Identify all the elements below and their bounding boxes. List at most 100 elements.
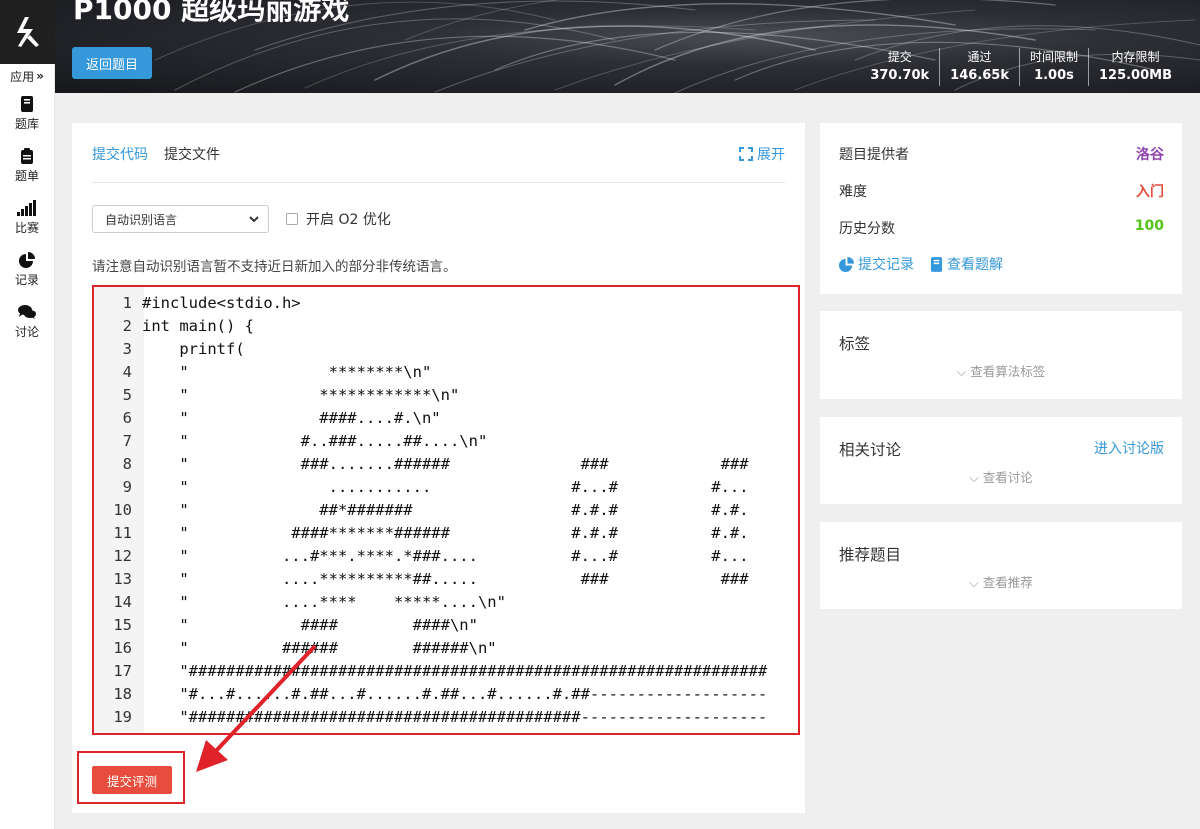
back-to-problem-button[interactable]: 返回题目 [72, 47, 152, 79]
line-number: 17 [113, 662, 132, 680]
language-select[interactable]: 自动识别语言 [92, 205, 269, 233]
discussion-card: 相关讨论 进入讨论版 ⌵ 查看讨论 [820, 417, 1182, 504]
tab-submit-file[interactable]: 提交文件 [164, 144, 220, 164]
language-select-value: 自动识别语言 [105, 212, 178, 227]
code-line: 16 " ###### ######\n" [94, 637, 496, 660]
code-line: 5 " ************\n" [94, 384, 460, 407]
score-label: 历史分数 [839, 221, 895, 237]
view-discussion-toggle[interactable]: ⌵ 查看讨论 [820, 467, 1182, 486]
line-number: 1 [122, 294, 132, 312]
nav-item-problem-lists[interactable]: 题单 [0, 140, 54, 192]
view-tags-toggle[interactable]: ⌵ 查看算法标签 [820, 361, 1182, 380]
score-value: 100 [1134, 218, 1164, 234]
stat-label: 内存限制 [1111, 50, 1160, 64]
chat-bubbles-icon [18, 305, 36, 319]
provider-label: 题目提供者 [839, 147, 909, 163]
code-line: 9 " ........... #...# #... [94, 476, 749, 499]
view-recommend-label: 查看推荐 [982, 575, 1033, 590]
view-recommend-toggle[interactable]: ⌵ 查看推荐 [820, 572, 1182, 591]
recommend-card: 推荐题目 ⌵ 查看推荐 [820, 522, 1182, 609]
chevron-down-icon [249, 216, 259, 223]
nav-item-problems[interactable]: 题库 [0, 88, 54, 140]
code-text: " #..###.....##....\n" [142, 432, 488, 450]
code-text: " ###.......###### ### ### [142, 455, 749, 473]
stat-time-limit: 时间限制 1.00s [1018, 48, 1088, 86]
line-number: 5 [122, 386, 132, 404]
double-chevron-right-icon: » [36, 69, 44, 83]
o2-checkbox[interactable] [286, 213, 298, 225]
pie-chart-icon [839, 256, 854, 272]
stat-value: 1.00s [1034, 68, 1074, 83]
line-number: 14 [113, 593, 132, 611]
chevron-down-icon: ⌵ [956, 364, 971, 379]
header-banner: P1000 超级玛丽游戏 返回题目 提交 370.70k 通过 146.65k … [55, 0, 1200, 93]
line-number: 7 [122, 432, 132, 450]
left-nav: 应用 » 题库 题单 比赛 记录 讨论 [0, 0, 55, 829]
nav-item-contests[interactable]: 比赛 [0, 192, 54, 244]
submit-tabs: 提交代码 提交文件 [92, 144, 220, 164]
discussion-title: 相关讨论 [839, 441, 902, 459]
line-number: 2 [122, 317, 132, 335]
bar-signal-icon [17, 200, 36, 216]
nav-item-label: 比赛 [14, 221, 39, 235]
line-number: 13 [113, 570, 132, 588]
provider-value[interactable]: 洛谷 [1136, 144, 1164, 164]
nav-item-label: 记录 [14, 273, 39, 287]
line-number: 16 [113, 639, 132, 657]
stat-memory-limit: 内存限制 125.00MB [1087, 48, 1182, 86]
o2-label: 开启 O2 优化 [306, 212, 391, 228]
problem-info-card: 题目提供者 洛谷 难度 入门 历史分数 100 提交记录 查看题解 [820, 123, 1182, 294]
difficulty-label: 难度 [839, 184, 867, 200]
code-text: " ....**** *****....\n" [142, 593, 506, 611]
code-text: " ###### ######\n" [142, 639, 497, 657]
view-solution-link[interactable]: 查看题解 [930, 254, 1003, 274]
expand-button[interactable]: 展开 [739, 144, 785, 164]
submit-judge-button[interactable]: 提交评测 [92, 766, 172, 794]
code-line: 2 int main() { [94, 315, 254, 338]
stat-submissions: 提交 370.70k [860, 48, 939, 86]
view-solution-label: 查看题解 [947, 257, 1003, 273]
tags-title: 标签 [839, 335, 871, 353]
tags-card: 标签 ⌵ 查看算法标签 [820, 311, 1182, 399]
problem-stats: 提交 370.70k 通过 146.65k 时间限制 1.00s 内存限制 12… [860, 48, 1182, 86]
code-text: "#######################################… [142, 708, 768, 726]
nav-item-label: 题库 [14, 117, 39, 131]
info-links: 提交记录 查看题解 [839, 254, 1003, 274]
line-number: 11 [113, 524, 132, 542]
nav-item-discussions[interactable]: 讨论 [0, 296, 54, 348]
stat-label: 提交 [887, 50, 912, 64]
stat-accepted: 通过 146.65k [939, 48, 1019, 86]
code-line: 13 " ....**********##..... ### ### [94, 568, 748, 591]
expand-label: 展开 [757, 147, 785, 163]
book-icon [21, 96, 33, 112]
code-line: 17 "####################################… [94, 660, 767, 683]
nav-item-label: 题单 [14, 169, 39, 183]
tab-submit-code[interactable]: 提交代码 [92, 144, 148, 164]
enter-discussion-link[interactable]: 进入讨论版 [1094, 438, 1164, 458]
app-menu-label: 应用 [10, 69, 35, 84]
stat-value: 370.70k [870, 68, 930, 83]
nav-item-records[interactable]: 记录 [0, 244, 54, 296]
code-text: "#...#......#.##...#......#.##...#......… [142, 685, 768, 703]
line-number: 18 [113, 685, 132, 703]
stat-label: 时间限制 [1029, 50, 1078, 64]
code-text: " ...#***.****.*###.... #...# #... [142, 547, 749, 565]
chevron-down-icon: ⌵ [969, 575, 983, 590]
code-line: 10 " ##*####### #.#.# #.#. [94, 499, 748, 522]
app-menu[interactable]: 应用 » [0, 64, 54, 88]
luogu-logo-icon [16, 17, 39, 47]
submit-panel: 提交代码 提交文件 展开 自动识别语言 开启 O2 优化 请注意自动识别语言暂不… [72, 123, 805, 813]
code-line: 14 " ....**** *****....\n" [94, 591, 506, 614]
code-line: 18 "#...#......#.##...#......#.##...#...… [94, 683, 767, 706]
stat-value: 146.65k [950, 68, 1009, 83]
o2-option[interactable]: 开启 O2 优化 [286, 209, 391, 229]
line-number: 9 [122, 478, 132, 496]
code-editor[interactable]: 1 #include<stdio.h> 2 int main() {3 printf(… [92, 285, 800, 735]
code-line: 3 printf( [94, 338, 245, 361]
code-line: 8 " ###.......###### ### ### [94, 453, 749, 476]
code-line: 15 " #### ####\n" [94, 614, 478, 637]
provider-row: 题目提供者 洛谷 [839, 144, 1164, 164]
difficulty-value: 入门 [1136, 184, 1164, 200]
logo[interactable] [0, 0, 55, 64]
submission-records-link[interactable]: 提交记录 [839, 254, 914, 274]
